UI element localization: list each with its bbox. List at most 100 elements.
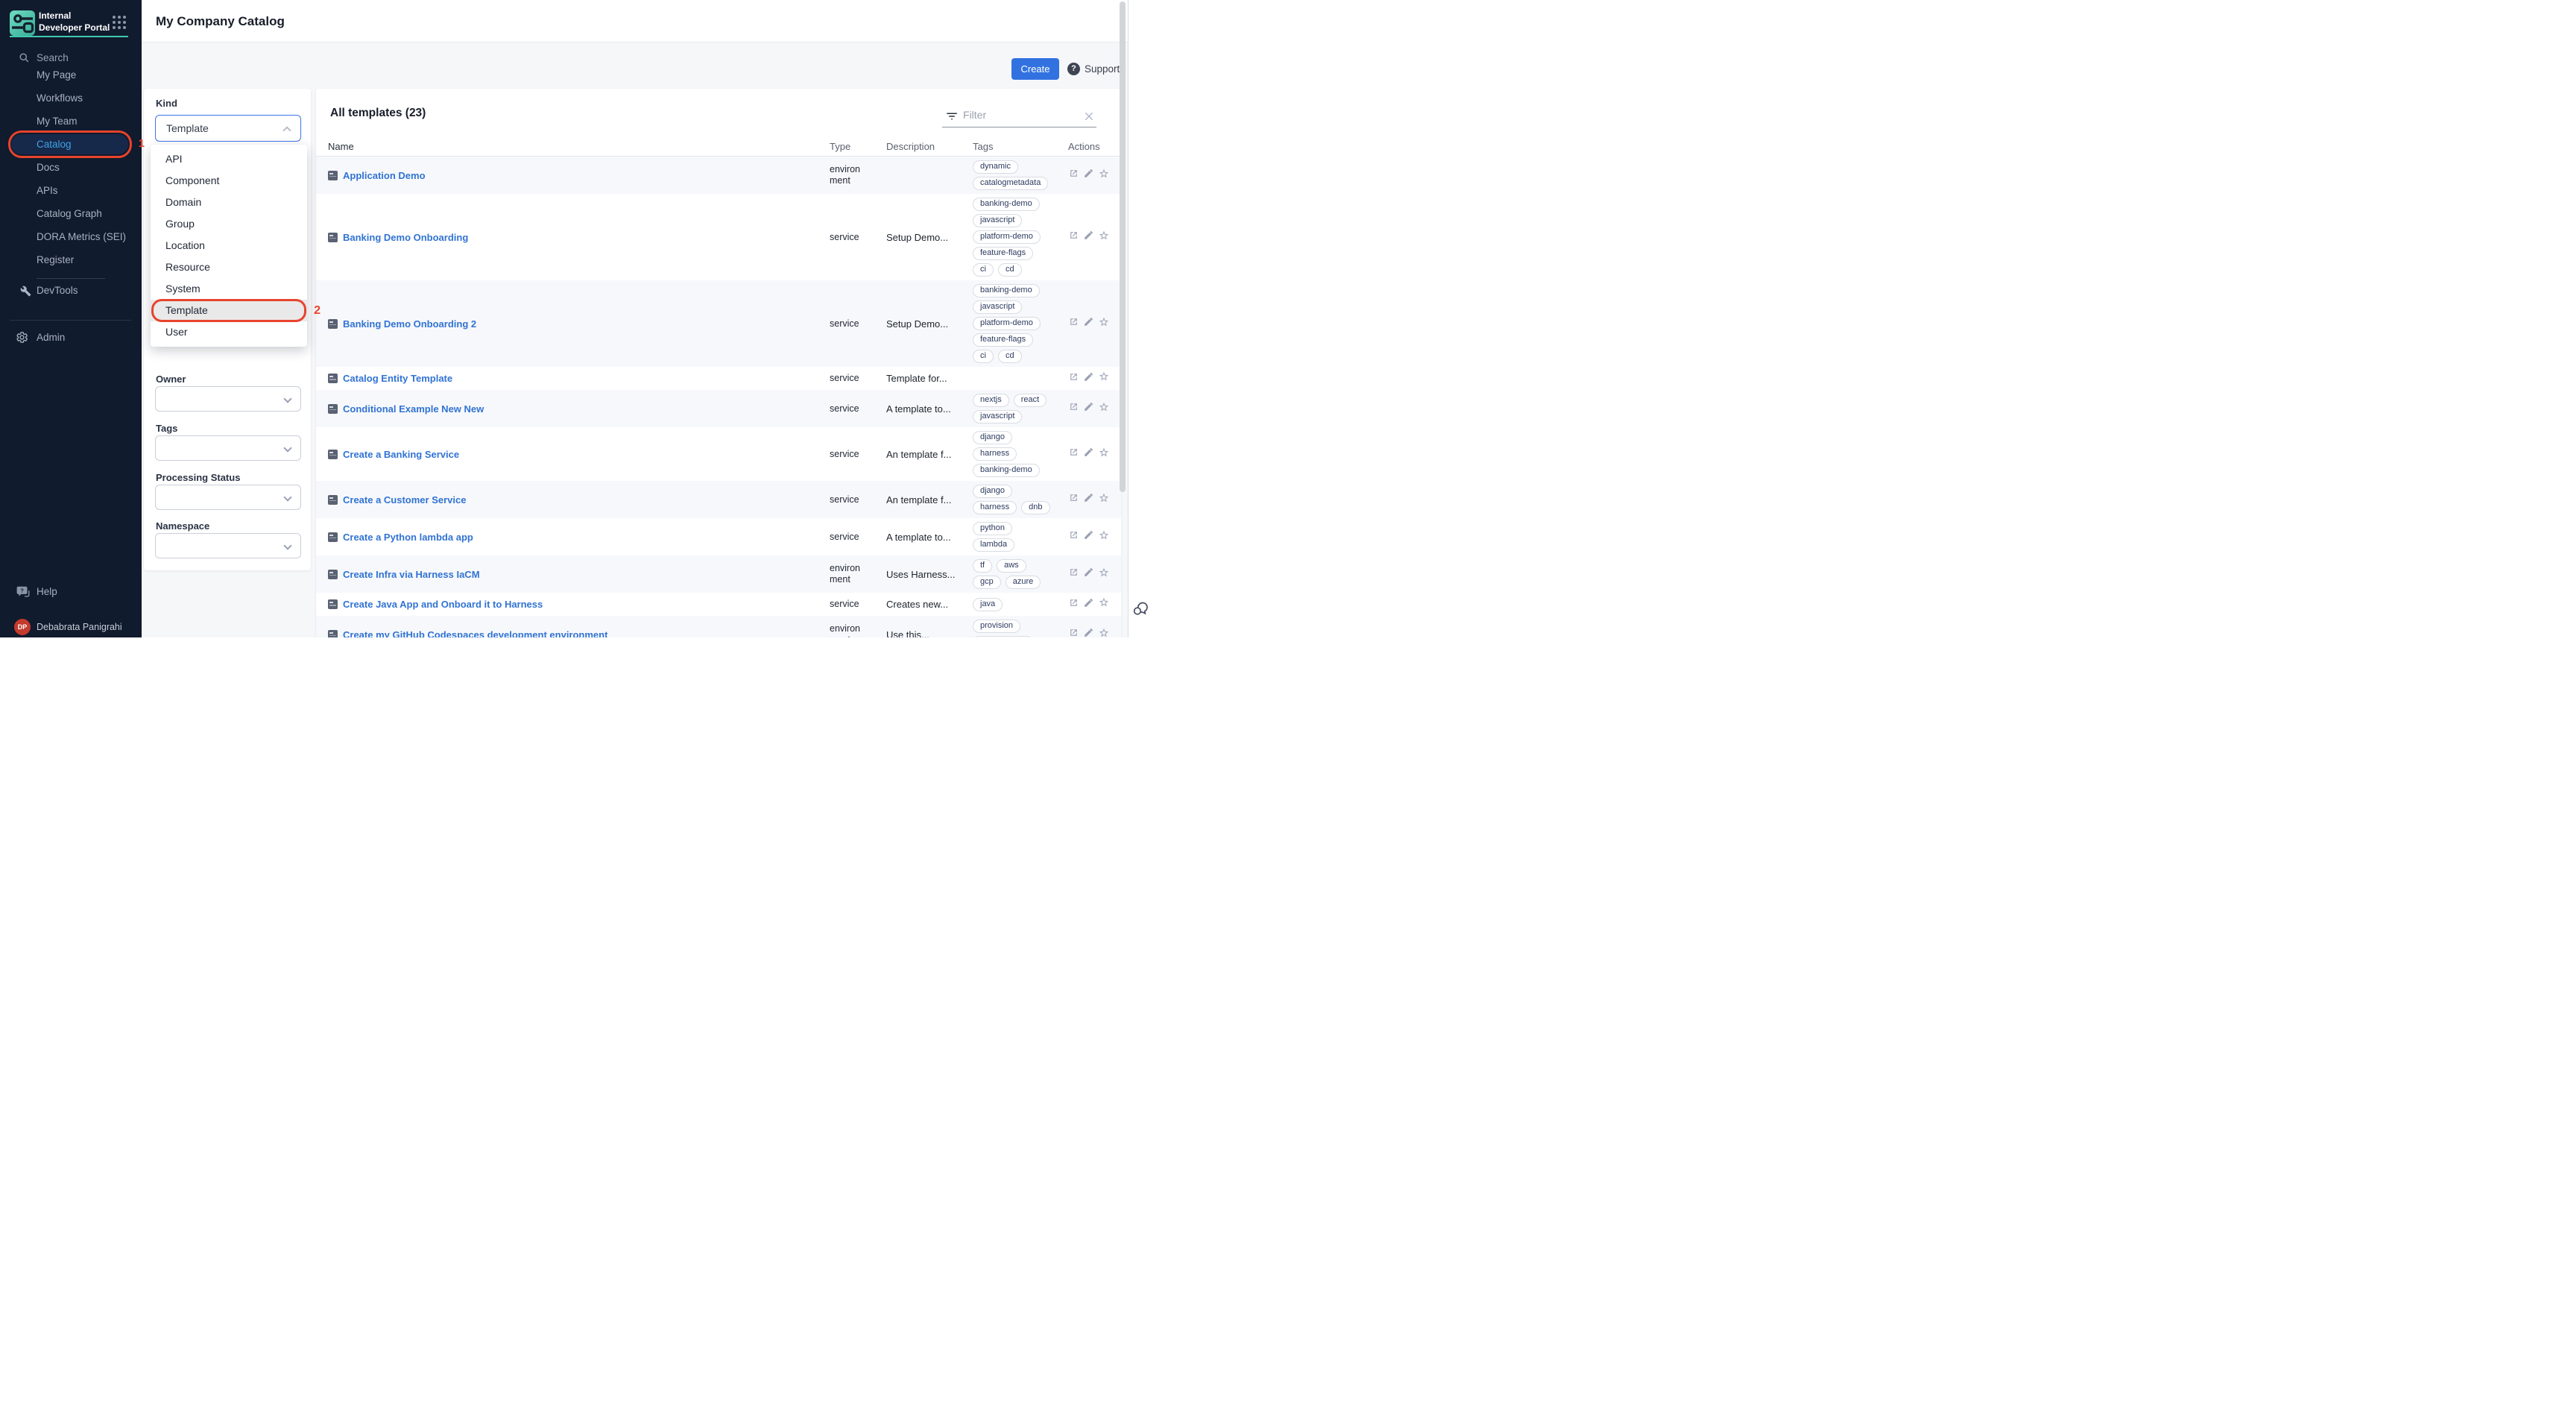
- sidebar-item-workflows[interactable]: Workflows: [0, 86, 142, 110]
- entity-link[interactable]: Create a Banking Service: [343, 449, 459, 460]
- right-gutter: [1128, 0, 1151, 637]
- entity-link[interactable]: Banking Demo Onboarding: [343, 232, 468, 243]
- annotation-ring-2: [151, 299, 306, 322]
- kind-option-user[interactable]: User: [151, 321, 307, 343]
- entity-link[interactable]: Catalog Entity Template: [343, 373, 452, 384]
- favorite-star-icon[interactable]: [1098, 371, 1110, 386]
- favorite-star-icon[interactable]: [1098, 596, 1110, 612]
- launch-icon[interactable]: [1068, 230, 1079, 245]
- chevron-up-icon: [282, 126, 291, 134]
- support-label: Support: [1085, 63, 1120, 75]
- launch-icon[interactable]: [1068, 597, 1079, 612]
- description-value: An template f...: [886, 494, 964, 505]
- filter-input[interactable]: [962, 108, 1066, 122]
- clear-filter-icon[interactable]: [1083, 110, 1095, 122]
- favorite-star-icon[interactable]: [1098, 401, 1110, 417]
- user-avatar[interactable]: DP: [14, 619, 31, 635]
- column-header-description: Description: [886, 141, 973, 156]
- favorite-star-icon[interactable]: [1098, 230, 1110, 245]
- actions-cell: [1068, 371, 1121, 386]
- edit-icon[interactable]: [1083, 492, 1094, 507]
- sidebar-item-dora-metrics-sei-[interactable]: DORA Metrics (SEI): [0, 225, 142, 248]
- launch-icon[interactable]: [1068, 316, 1079, 331]
- namespace-select[interactable]: [155, 533, 301, 558]
- kind-option-domain[interactable]: Domain: [151, 192, 307, 213]
- sidebar-item-docs[interactable]: Docs: [0, 156, 142, 179]
- edit-icon[interactable]: [1083, 447, 1094, 462]
- sidebar-item-catalog-graph[interactable]: Catalog Graph: [0, 202, 142, 225]
- admin-label: Admin: [37, 332, 65, 343]
- user-name[interactable]: Debabrata Panigrahi: [37, 622, 122, 632]
- edit-icon[interactable]: [1083, 230, 1094, 245]
- sidebar-item-my-page[interactable]: My Page: [0, 63, 142, 86]
- tag-chip: react: [1014, 394, 1046, 407]
- processing-status-select[interactable]: [155, 485, 301, 510]
- create-button[interactable]: Create: [1011, 58, 1059, 80]
- launch-icon[interactable]: [1068, 627, 1079, 637]
- launch-icon[interactable]: [1068, 168, 1079, 183]
- launch-icon-glyph: [1068, 529, 1079, 541]
- entity-link[interactable]: Create my GitHub Codespaces development …: [343, 629, 607, 638]
- edit-icon[interactable]: [1083, 371, 1094, 386]
- template-icon: [328, 450, 338, 459]
- tag-chip: banking-demo: [973, 464, 1040, 477]
- chat-bubbles-icon[interactable]: [1131, 599, 1149, 617]
- sidebar-item-my-team[interactable]: My Team: [0, 110, 142, 133]
- entity-link[interactable]: Banking Demo Onboarding 2: [343, 318, 476, 330]
- edit-icon[interactable]: [1083, 316, 1094, 331]
- kind-select[interactable]: Template: [155, 115, 301, 142]
- entity-link[interactable]: Create Infra via Harness IaCM: [343, 569, 480, 580]
- launch-icon[interactable]: [1068, 447, 1079, 462]
- sidebar-item-help[interactable]: ? Help: [0, 585, 142, 602]
- kind-option-location[interactable]: Location: [151, 235, 307, 256]
- launch-icon[interactable]: [1068, 371, 1079, 386]
- name-cell: Create a Customer Service: [328, 494, 830, 505]
- kind-option-api[interactable]: API: [151, 148, 307, 170]
- sidebar-item-register[interactable]: Register: [0, 248, 142, 271]
- kind-option-resource[interactable]: Resource: [151, 256, 307, 278]
- tags-cell: nextjsreactjavascript: [973, 394, 1056, 423]
- sidebar-item-devtools[interactable]: DevTools: [0, 284, 142, 300]
- entity-link[interactable]: Create a Customer Service: [343, 494, 466, 505]
- sidebar-item-catalog[interactable]: Catalog1: [11, 134, 128, 154]
- favorite-star-icon[interactable]: [1098, 316, 1110, 332]
- favorite-star-icon[interactable]: [1098, 567, 1110, 582]
- launch-icon[interactable]: [1068, 401, 1079, 416]
- type-cell-wrap: service: [830, 599, 886, 610]
- favorite-star-icon[interactable]: [1098, 492, 1110, 508]
- support-button[interactable]: ? Support: [1067, 63, 1120, 75]
- edit-icon[interactable]: [1083, 168, 1094, 183]
- actions-cell: [1068, 492, 1121, 508]
- apps-grid-icon[interactable]: [113, 16, 126, 29]
- favorite-star-icon[interactable]: [1098, 168, 1110, 183]
- owner-select[interactable]: [155, 386, 301, 412]
- edit-icon[interactable]: [1083, 529, 1094, 544]
- launch-icon-glyph: [1068, 371, 1079, 382]
- entity-link[interactable]: Application Demo: [343, 170, 426, 181]
- favorite-star-icon[interactable]: [1098, 627, 1110, 638]
- edit-icon[interactable]: [1083, 401, 1094, 416]
- launch-icon[interactable]: [1068, 529, 1079, 544]
- sidebar-item-admin[interactable]: Admin: [0, 331, 142, 347]
- kind-option-group[interactable]: Group: [151, 213, 307, 235]
- help-chat-icon: ?: [16, 586, 31, 599]
- scrollbar-thumb[interactable]: [1120, 1, 1126, 492]
- edit-icon[interactable]: [1083, 567, 1094, 582]
- entity-link[interactable]: Create a Python lambda app: [343, 532, 473, 543]
- entity-link[interactable]: Create Java App and Onboard it to Harnes…: [343, 599, 543, 610]
- kind-option-component[interactable]: Component: [151, 170, 307, 192]
- edit-icon[interactable]: [1083, 597, 1094, 612]
- topbar: My Company Catalog: [142, 0, 1128, 42]
- edit-icon[interactable]: [1083, 627, 1094, 637]
- launch-icon[interactable]: [1068, 567, 1079, 582]
- sidebar-item-apis[interactable]: APIs: [0, 179, 142, 202]
- launch-icon[interactable]: [1068, 492, 1079, 507]
- favorite-star-icon[interactable]: [1098, 529, 1110, 545]
- entity-link[interactable]: Conditional Example New New: [343, 403, 484, 415]
- kind-option-template[interactable]: Template2: [151, 300, 307, 321]
- tag-chip: azure: [1006, 576, 1041, 589]
- kind-option-system[interactable]: System: [151, 278, 307, 300]
- tags-select[interactable]: [155, 435, 301, 461]
- favorite-star-icon[interactable]: [1098, 447, 1110, 462]
- tag-chip: cd: [998, 350, 1022, 363]
